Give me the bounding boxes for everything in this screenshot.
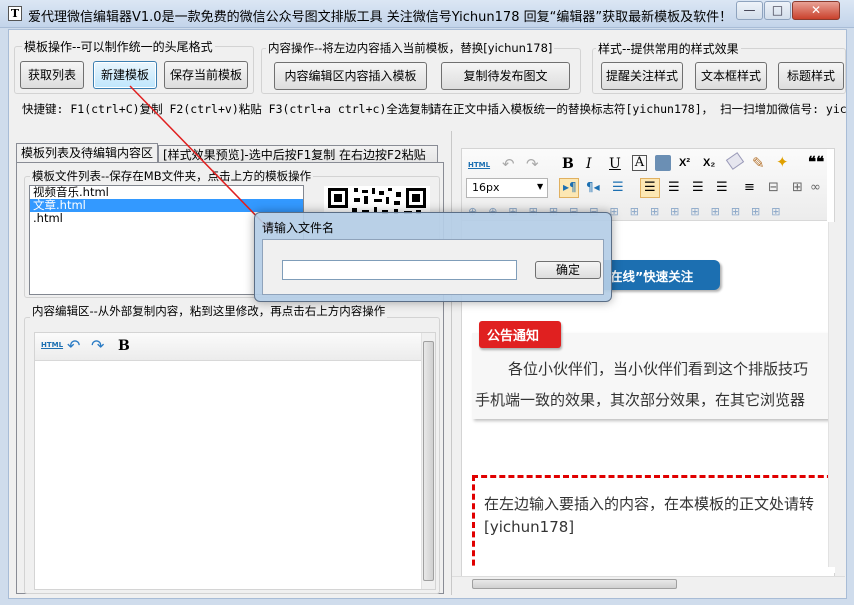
dialog-body: 确定 bbox=[262, 239, 604, 295]
filename-dialog: 请输入文件名 确定 bbox=[254, 212, 612, 302]
annotation-arrow bbox=[129, 85, 272, 232]
filename-input[interactable] bbox=[282, 260, 517, 280]
dialog-title: 请输入文件名 bbox=[262, 221, 335, 235]
ok-button[interactable]: 确定 bbox=[535, 261, 601, 279]
